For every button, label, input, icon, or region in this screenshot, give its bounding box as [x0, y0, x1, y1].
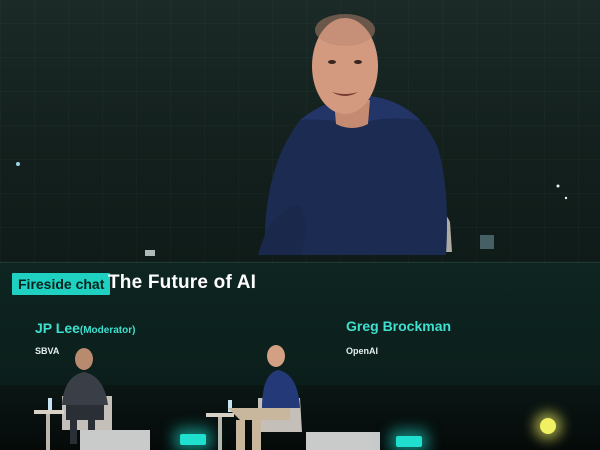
event-photo: Fireside chat The Future of AI JP Lee(Mo…	[0, 0, 600, 450]
stage-light-right	[396, 436, 422, 447]
stage-people	[34, 345, 380, 450]
yellow-spotlight	[540, 418, 556, 434]
stage-light-left	[180, 434, 206, 445]
